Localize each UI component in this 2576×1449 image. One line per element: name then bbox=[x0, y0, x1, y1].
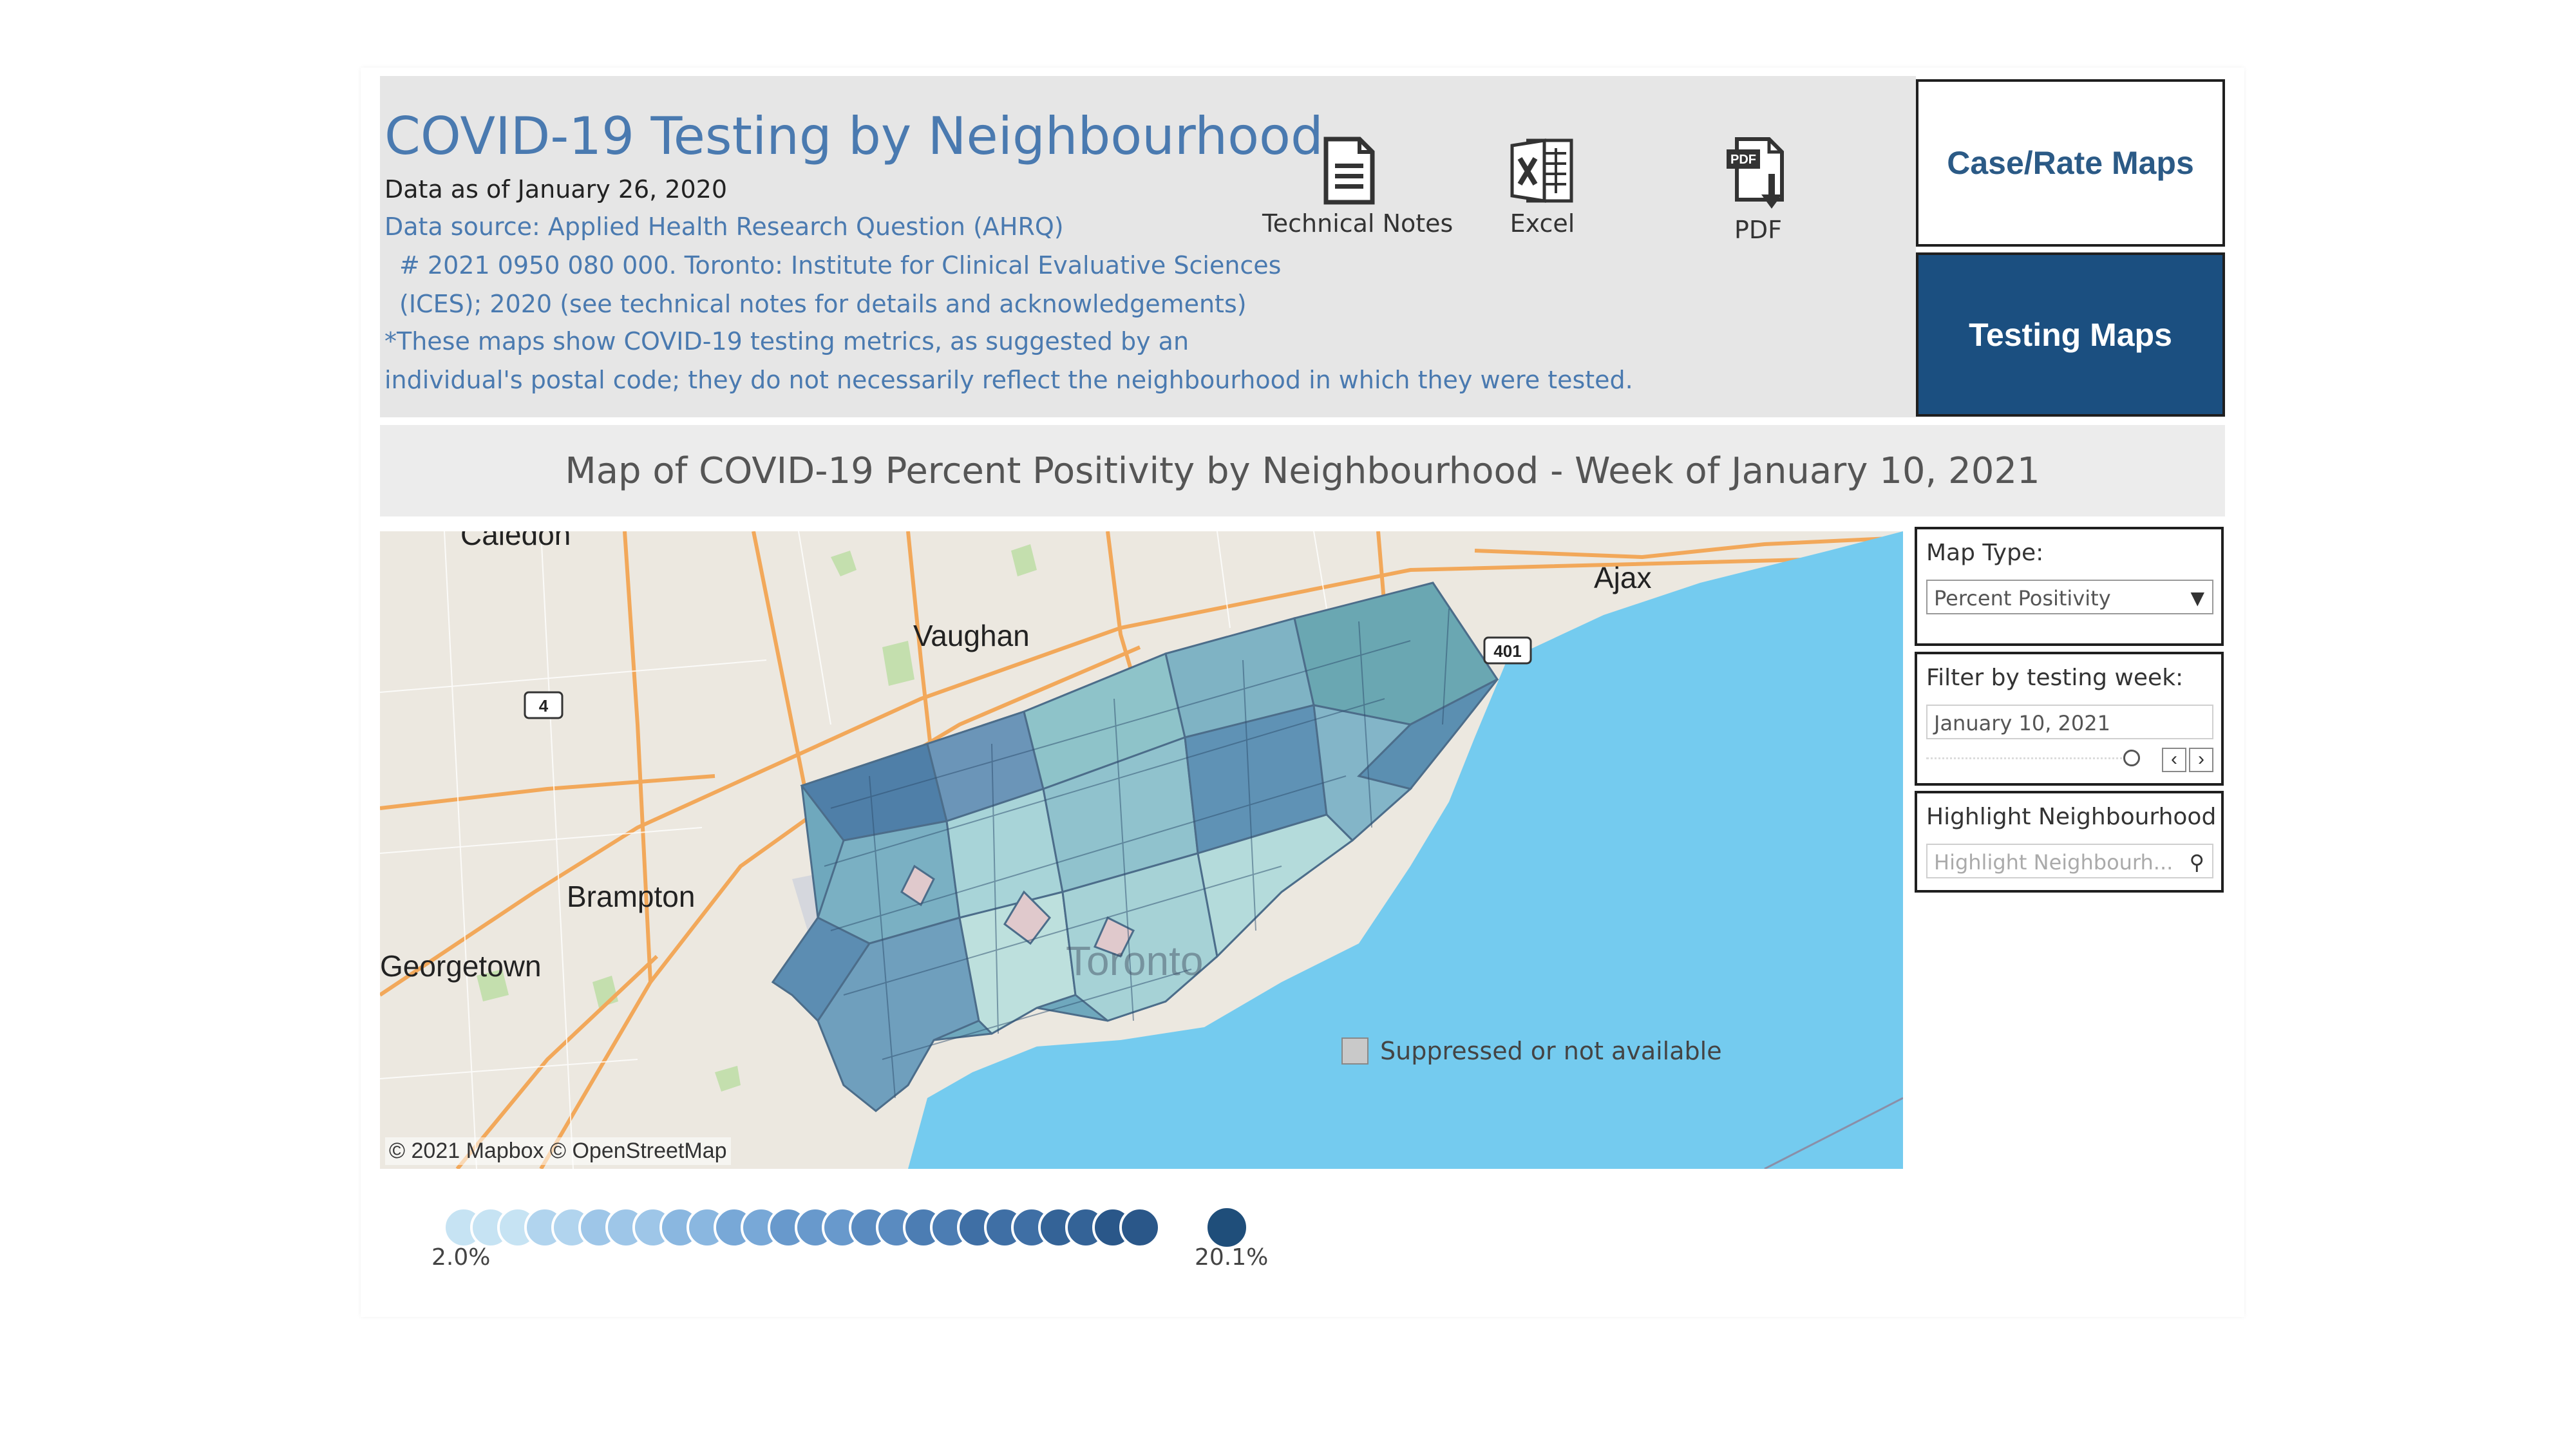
highlight-neighbourhood-filter: Highlight Neighbourhood Highlight Neighb… bbox=[1915, 791, 2224, 893]
basemap: 4 401 bbox=[380, 531, 1903, 1169]
place-toronto: Toronto bbox=[1066, 938, 1204, 984]
place-brampton: Brampton bbox=[567, 880, 696, 913]
week-input[interactable]: January 10, 2021 bbox=[1926, 705, 2213, 739]
document-icon bbox=[1323, 137, 1375, 205]
highway-shield-4-label: 4 bbox=[539, 696, 549, 715]
svg-text:PDF: PDF bbox=[1730, 153, 1756, 167]
place-ajax: Ajax bbox=[1594, 561, 1652, 594]
chevron-right-icon[interactable]: › bbox=[2189, 748, 2213, 772]
pdf-download-icon: PDF bbox=[1727, 137, 1784, 209]
highlight-placeholder: Highlight Neighbourh... bbox=[1934, 850, 2174, 875]
map-credit: © 2021 Mapbox © OpenStreetMap bbox=[385, 1137, 731, 1165]
place-georgetown: Georgetown bbox=[380, 949, 542, 983]
data-source-line-2: # 2021 0950 080 000. Toronto: Institute … bbox=[399, 251, 1282, 279]
data-as-of: Data as of January 26, 2020 bbox=[384, 175, 728, 204]
map-type-filter: Map Type: Percent Positivity ▼ bbox=[1915, 527, 2224, 646]
place-vaughan: Vaughan bbox=[913, 619, 1030, 652]
week-filter: Filter by testing week: January 10, 2021… bbox=[1915, 652, 2224, 786]
map-type-value: Percent Positivity bbox=[1934, 586, 2111, 611]
legend-max-label: 20.1% bbox=[1195, 1244, 1269, 1271]
map-type-dropdown[interactable]: Percent Positivity ▼ bbox=[1926, 580, 2213, 614]
suppressed-label: Suppressed or not available bbox=[1380, 1037, 1722, 1065]
legend-swatch bbox=[1119, 1207, 1160, 1248]
color-legend bbox=[443, 1206, 1249, 1249]
map-title: Map of COVID-19 Percent Positivity by Ne… bbox=[565, 450, 2040, 492]
highlight-search-input[interactable]: Highlight Neighbourh... ⚲ bbox=[1926, 844, 2213, 878]
suppressed-swatch bbox=[1341, 1037, 1368, 1065]
map-type-title: Map Type: bbox=[1926, 540, 2044, 566]
pdf-download[interactable]: PDF PDF bbox=[1716, 135, 1800, 244]
week-filter-title: Filter by testing week: bbox=[1926, 665, 2184, 691]
data-source-line-3: (ICES); 2020 (see technical notes for de… bbox=[399, 290, 1247, 318]
place-caledon: Caledon bbox=[460, 531, 571, 551]
map-note-line-2: individual's postal code; they do not ne… bbox=[384, 366, 1633, 394]
chevron-left-icon[interactable]: ‹ bbox=[2162, 748, 2186, 772]
highway-shield-401-label: 401 bbox=[1493, 641, 1521, 661]
suppressed-legend: Suppressed or not available bbox=[1341, 1037, 1722, 1065]
map-note-line-1: *These maps show COVID-19 testing metric… bbox=[384, 327, 1189, 355]
caret-down-icon: ▼ bbox=[2190, 587, 2204, 609]
pdf-label: PDF bbox=[1734, 216, 1783, 244]
testing-maps-button[interactable]: Testing Maps bbox=[1916, 252, 2225, 417]
excel-icon bbox=[1510, 138, 1573, 203]
map-title-band: Map of COVID-19 Percent Positivity by Ne… bbox=[380, 425, 2225, 516]
week-slider-track[interactable] bbox=[1926, 757, 2139, 762]
legend-max-swatch bbox=[1205, 1206, 1249, 1249]
case-rate-maps-button[interactable]: Case/Rate Maps bbox=[1916, 79, 2225, 247]
technical-notes-label: Technical Notes bbox=[1262, 209, 1454, 238]
technical-notes-download[interactable]: Technical Notes bbox=[1262, 135, 1454, 238]
excel-label: Excel bbox=[1510, 209, 1575, 238]
week-slider-handle[interactable] bbox=[2123, 750, 2140, 766]
page-title: COVID-19 Testing by Neighbourhood bbox=[384, 106, 1323, 166]
data-source-line-1: Data source: Applied Health Research Que… bbox=[384, 213, 1064, 241]
legend-min-label: 2.0% bbox=[431, 1244, 491, 1271]
search-icon: ⚲ bbox=[2189, 850, 2204, 875]
highlight-title: Highlight Neighbourhood bbox=[1926, 804, 2217, 830]
excel-download[interactable]: Excel bbox=[1501, 135, 1584, 238]
map-view[interactable]: 4 401 Caledon Vaughan Ajax Brampton Geor… bbox=[380, 531, 1903, 1169]
